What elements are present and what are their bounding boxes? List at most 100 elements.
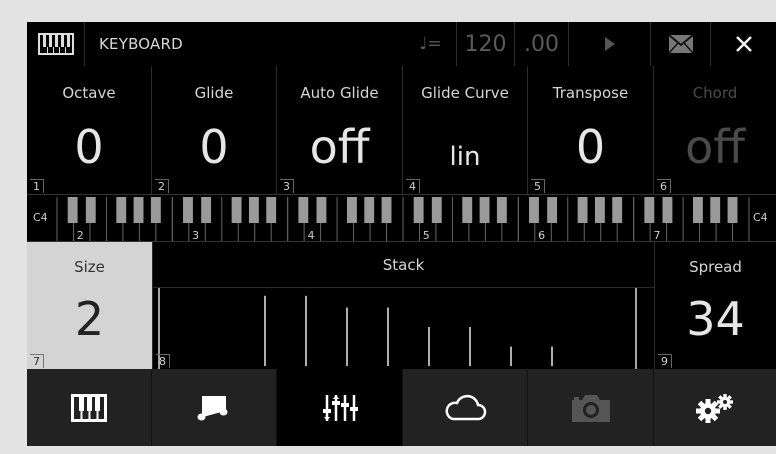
param-value: 2	[74, 292, 105, 346]
param-index: 4	[406, 179, 420, 193]
nav-camera[interactable]	[528, 369, 654, 446]
camera-nav-icon	[571, 394, 610, 422]
keyboard-screen: KEYBOARD ♩= 120 .00 Octave 0 1 Glide 0 2	[27, 22, 776, 446]
param-label: Spread	[689, 258, 742, 276]
black-key[interactable]	[496, 197, 507, 223]
octave-marker: 4	[307, 229, 314, 242]
param-value: 0	[575, 120, 606, 174]
mixer-nav-icon	[322, 394, 358, 421]
octave-param[interactable]: Octave 0 1	[27, 66, 152, 194]
transpose-param[interactable]: Transpose 0 5	[528, 66, 654, 194]
spread-param[interactable]: Spread 34 9	[655, 242, 776, 369]
param-value: off	[685, 120, 745, 174]
black-key[interactable]	[462, 197, 473, 223]
param-index: 7	[30, 354, 44, 368]
tempo-symbol: ♩=	[405, 22, 457, 66]
page-title: KEYBOARD	[99, 35, 183, 53]
keyboard-keys[interactable]: 2 3 4 5 6 7	[27, 195, 776, 243]
octave-marker: 3	[192, 229, 199, 242]
param-index: 2	[155, 179, 169, 193]
param-value: 0	[74, 120, 104, 174]
black-key[interactable]	[612, 197, 623, 223]
black-key[interactable]	[381, 197, 392, 223]
mail-button[interactable]	[651, 22, 711, 66]
param-label: Glide	[194, 84, 234, 102]
black-key[interactable]	[298, 197, 309, 223]
stack-graph[interactable]	[153, 288, 656, 369]
black-key[interactable]	[413, 197, 424, 223]
keyboard-menu-button[interactable]	[27, 22, 85, 66]
black-key[interactable]	[529, 197, 539, 223]
param-label: Octave	[62, 84, 116, 102]
black-key[interactable]	[316, 197, 327, 223]
stack-header: Stack	[153, 242, 654, 288]
glide-curve-param[interactable]: Glide Curve lin 4	[403, 66, 528, 194]
keyboard-icon	[37, 33, 74, 55]
param-label: Size	[74, 258, 105, 276]
param-index: 9	[658, 354, 672, 368]
black-key[interactable]	[133, 197, 144, 223]
black-key[interactable]	[266, 197, 277, 223]
black-key[interactable]	[547, 197, 558, 223]
param-value: 34	[686, 292, 745, 346]
black-key[interactable]	[183, 197, 193, 223]
auto-glide-param[interactable]: Auto Glide off 3	[277, 66, 403, 194]
param-index: 5	[531, 179, 545, 193]
keyboard-strip[interactable]: C4 C4 234567	[27, 194, 776, 242]
keyboard-nav-icon	[71, 393, 107, 422]
param-index: 3	[280, 179, 294, 193]
param-index: 8	[156, 354, 170, 368]
param-label: Auto Glide	[300, 84, 379, 102]
black-key[interactable]	[727, 197, 738, 223]
chord-param[interactable]: Chord off 6	[654, 66, 776, 194]
close-icon	[735, 36, 752, 52]
param-label: Glide Curve	[421, 84, 509, 102]
param-value: 0	[199, 120, 229, 174]
mail-icon	[667, 34, 694, 54]
tempo-fraction[interactable]: .00	[515, 22, 569, 66]
black-key[interactable]	[710, 197, 721, 223]
param-index: 6	[657, 179, 671, 193]
param-label: Stack	[382, 256, 425, 274]
tempo-value[interactable]: 120	[457, 22, 515, 66]
play-button[interactable]	[569, 22, 651, 66]
play-icon	[604, 37, 615, 51]
black-key[interactable]	[577, 197, 588, 223]
octave-marker: 5	[423, 229, 430, 242]
black-key[interactable]	[594, 197, 605, 223]
close-button[interactable]	[711, 22, 776, 66]
octave-marker: 7	[653, 229, 660, 242]
notes-nav-icon	[197, 395, 228, 420]
black-key[interactable]	[201, 197, 212, 223]
black-key[interactable]	[431, 197, 442, 223]
octave-marker: 2	[77, 229, 84, 242]
param-label: Transpose	[552, 84, 629, 102]
nav-cloud[interactable]	[403, 369, 528, 446]
black-key[interactable]	[67, 197, 78, 223]
top-bar: KEYBOARD ♩= 120 .00	[27, 22, 776, 66]
glide-param[interactable]: Glide 0 2	[152, 66, 277, 194]
black-key[interactable]	[346, 197, 357, 223]
cloud-nav-icon	[445, 394, 487, 420]
black-key[interactable]	[85, 197, 96, 223]
settings-nav-icon	[696, 393, 733, 423]
black-key[interactable]	[248, 197, 259, 223]
param-label: Chord	[692, 84, 738, 102]
black-key[interactable]	[479, 197, 490, 223]
stack-param[interactable]: Stack 8	[152, 242, 655, 369]
black-key[interactable]	[150, 197, 161, 223]
nav-mixer[interactable]	[277, 369, 403, 446]
nav-settings[interactable]	[654, 369, 776, 446]
nav-keyboard[interactable]	[27, 369, 152, 446]
black-key[interactable]	[692, 197, 703, 223]
black-key[interactable]	[116, 197, 127, 223]
black-key[interactable]	[231, 197, 242, 223]
size-param[interactable]: Size 2 7	[27, 242, 152, 369]
nav-sequencer[interactable]	[152, 369, 277, 446]
black-key[interactable]	[662, 197, 673, 223]
param-value: off	[309, 120, 370, 174]
param-value: lin	[449, 142, 481, 172]
octave-marker: 6	[538, 229, 545, 242]
black-key[interactable]	[644, 197, 655, 223]
black-key[interactable]	[364, 197, 375, 223]
